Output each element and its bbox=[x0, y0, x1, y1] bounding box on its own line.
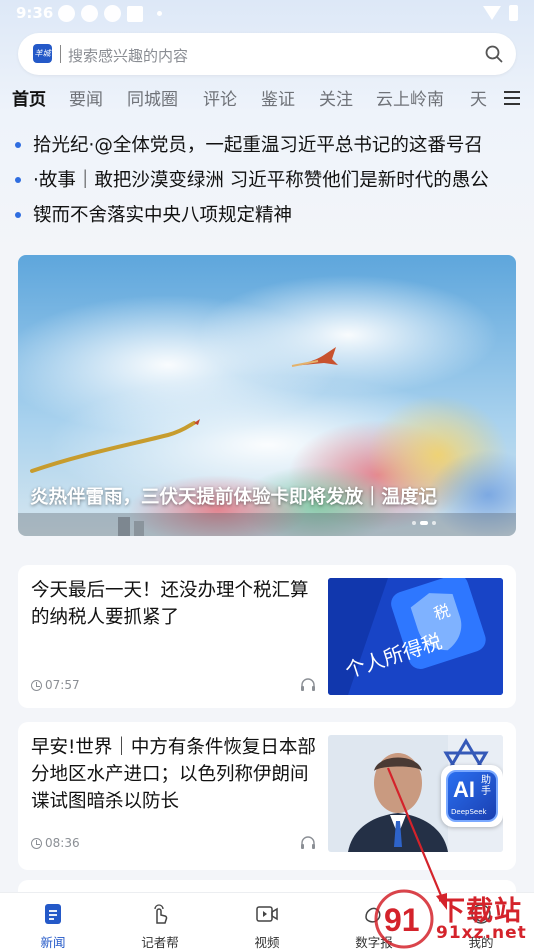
app-notification-icon bbox=[104, 5, 121, 22]
carousel-dot bbox=[412, 521, 416, 525]
ai-assistant-badge[interactable]: AI 助手 DeepSeek bbox=[441, 765, 503, 827]
bullet-dot bbox=[15, 142, 21, 148]
app-logo-icon: 羊城 bbox=[33, 44, 52, 63]
tab-lingnan[interactable]: 云上岭南 bbox=[376, 85, 444, 110]
headline-text: 拾光纪·@全体党员，一起重温习近平总书记的这番号召 bbox=[33, 135, 483, 156]
article-meta: 08:36 bbox=[31, 836, 80, 850]
banner-title: 炎热伴雷雨，三伏天提前体验卡即将发放｜温度记 bbox=[30, 487, 438, 508]
bullet-dot bbox=[15, 212, 21, 218]
app-notification-icon bbox=[81, 5, 98, 22]
watermark-logo-icon: 91 bbox=[374, 889, 434, 949]
article-time: 07:57 bbox=[45, 678, 80, 692]
article-card[interactable]: 今天最后一天！还没办理个税汇算的纳税人要抓紧了 07:57 税 个人所得税 bbox=[18, 565, 516, 708]
article-time: 08:36 bbox=[45, 836, 80, 850]
channel-tabs: 首页 要闻 同城圈 评论 鉴证 关注 云上岭南 天 bbox=[0, 85, 534, 113]
more-notifications-dot bbox=[157, 11, 162, 16]
tab-important-news[interactable]: 要闻 bbox=[69, 85, 103, 110]
headline-text: 锲而不舍落实中央八项规定精神 bbox=[33, 205, 293, 226]
clock-icon bbox=[31, 837, 42, 849]
watermark-url: 91xz.net bbox=[436, 923, 527, 943]
article-title: 早安!世界｜中方有条件恢复日本部分地区水产进口；以色列称伊朗间谍试图暗杀以防长 bbox=[31, 737, 316, 812]
tab-city-circle[interactable]: 同城圈 bbox=[127, 85, 178, 110]
hand-icon bbox=[154, 904, 168, 924]
battery-icon bbox=[509, 5, 518, 21]
nav-news[interactable]: 新闻 bbox=[0, 893, 106, 950]
ai-badge-text: AI bbox=[453, 777, 475, 802]
headline-text: ·故事｜敢把沙漠变绿洲 习近平称赞他们是新时代的愚公 bbox=[33, 170, 489, 191]
watermark-digits: 91 bbox=[384, 902, 420, 938]
nav-label: 新闻 bbox=[40, 935, 66, 950]
article-title: 今天最后一天！还没办理个税汇算的纳税人要抓紧了 bbox=[31, 580, 309, 628]
tab-comment[interactable]: 评论 bbox=[203, 85, 237, 110]
search-bar[interactable]: 羊城 搜索感兴趣的内容 bbox=[18, 33, 516, 75]
app-notification-icon bbox=[127, 5, 143, 22]
article-thumbnail: AI 助手 DeepSeek bbox=[328, 735, 503, 852]
headline-item[interactable]: 锲而不舍落实中央八项规定精神 bbox=[14, 201, 534, 236]
channel-menu-icon[interactable] bbox=[504, 91, 520, 105]
system-icons bbox=[483, 5, 518, 21]
banner-carousel[interactable]: 炎热伴雷雨，三伏天提前体验卡即将发放｜温度记 bbox=[18, 255, 516, 536]
tab-partial[interactable]: 天 bbox=[470, 85, 487, 110]
carousel-indicator bbox=[412, 521, 436, 525]
headline-list: 拾光纪·@全体党员，一起重温习近平总书记的这番号召 ·故事｜敢把沙漠变绿洲 习近… bbox=[14, 131, 534, 236]
nav-label: 视频 bbox=[254, 935, 280, 950]
wifi-icon bbox=[483, 6, 501, 20]
article-meta: 07:57 bbox=[31, 678, 80, 692]
ai-badge-helper: 助手 bbox=[481, 775, 491, 797]
headphone-icon[interactable] bbox=[300, 836, 316, 850]
app-notification-icon bbox=[58, 5, 75, 22]
carousel-dot bbox=[432, 521, 436, 525]
article-thumbnail: 税 个人所得税 bbox=[328, 578, 503, 695]
clock-icon bbox=[31, 679, 42, 691]
article-card[interactable]: 早安!世界｜中方有条件恢复日本部分地区水产进口；以色列称伊朗间谍试图暗杀以防长 … bbox=[18, 722, 516, 870]
tab-follow[interactable]: 关注 bbox=[319, 85, 353, 110]
status-bar: 9:36 bbox=[0, 0, 534, 28]
tax-app-image: 税 个人所得税 bbox=[328, 578, 503, 695]
bullet-dot bbox=[15, 177, 21, 183]
notification-icons bbox=[58, 5, 162, 22]
headline-item[interactable]: ·故事｜敢把沙漠变绿洲 习近平称赞他们是新时代的愚公 bbox=[14, 166, 534, 201]
nav-reporter-help[interactable]: 记者帮 bbox=[107, 893, 213, 950]
nav-label: 记者帮 bbox=[141, 935, 179, 950]
search-input[interactable]: 搜索感兴趣的内容 bbox=[68, 45, 188, 66]
headphone-icon[interactable] bbox=[300, 678, 316, 692]
carousel-dot-active bbox=[420, 521, 428, 525]
search-icon[interactable] bbox=[485, 45, 503, 63]
tab-verify[interactable]: 鉴证 bbox=[261, 85, 295, 110]
news-icon bbox=[45, 904, 61, 924]
site-watermark: 91 下载站 91xz.net bbox=[370, 887, 534, 950]
status-time: 9:36 bbox=[16, 4, 54, 22]
ai-badge-brand: DeepSeek bbox=[451, 808, 487, 816]
video-icon bbox=[256, 906, 278, 922]
tab-home[interactable]: 首页 bbox=[12, 85, 46, 110]
headline-item[interactable]: 拾光纪·@全体党员，一起重温习近平总书记的这番号召 bbox=[14, 131, 534, 166]
nav-video[interactable]: 视频 bbox=[214, 893, 320, 950]
search-divider bbox=[60, 45, 61, 63]
